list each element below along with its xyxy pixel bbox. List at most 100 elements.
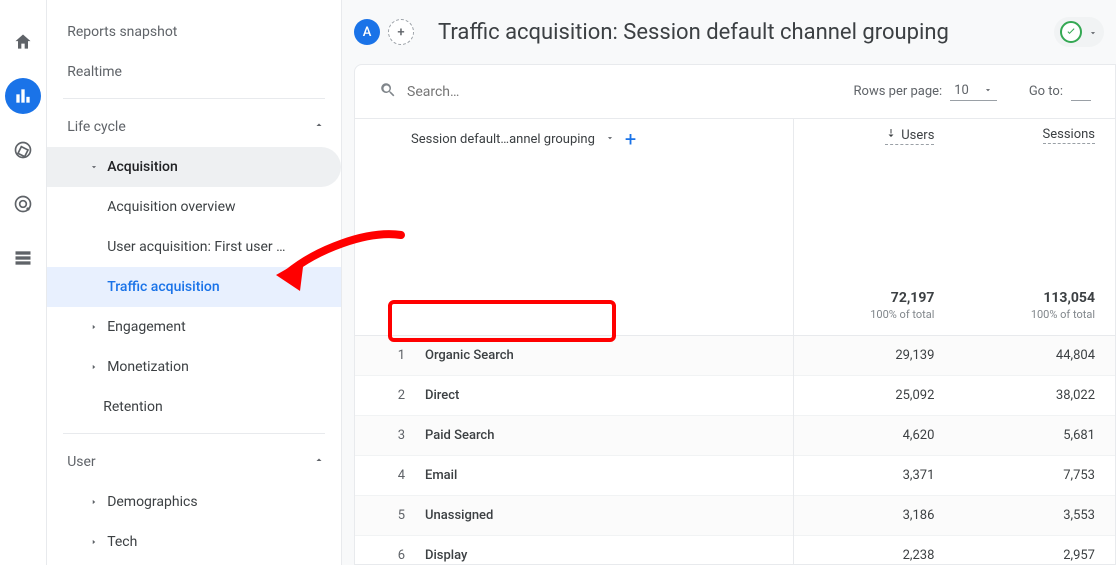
check-circle-icon	[1060, 21, 1082, 43]
dimension-select[interactable]: Session default…annel grouping	[411, 132, 595, 147]
add-dimension-button[interactable]: +	[625, 127, 636, 151]
row-users: 2,238	[793, 535, 954, 564]
configure-icon[interactable]	[5, 240, 41, 276]
total-sessions: 113,054	[974, 290, 1095, 306]
chevron-up-icon	[313, 119, 325, 135]
label: Rows per page:	[854, 84, 943, 99]
row-sessions: 2,957	[954, 535, 1115, 564]
label: Retention	[103, 399, 163, 415]
value: 10	[954, 83, 969, 98]
chevron-right-icon	[89, 322, 99, 332]
titlebar: A + Traffic acquisition: Session default…	[342, 0, 1116, 64]
rows-per-page-select[interactable]: 10	[950, 83, 997, 101]
table-row[interactable]: 5Unassigned3,1863,553	[355, 495, 1115, 535]
table-row[interactable]: 2Direct25,09238,022	[355, 375, 1115, 415]
col-users[interactable]: Users	[885, 127, 934, 145]
label: Users	[901, 128, 934, 143]
divider	[63, 98, 325, 99]
segment-chip[interactable]: A	[354, 19, 380, 45]
row-users: 3,186	[793, 495, 954, 535]
total-users-pct: 100% of total	[814, 308, 935, 321]
table-row[interactable]: 6Display2,2382,957	[355, 535, 1115, 564]
label: Acquisition overview	[107, 199, 235, 215]
row-index: 1	[355, 335, 405, 375]
nav-reports-snapshot[interactable]: Reports snapshot	[47, 12, 341, 52]
row-dimension: Email	[405, 455, 793, 495]
status-menu[interactable]	[1054, 17, 1104, 47]
row-users: 3,371	[793, 455, 954, 495]
table-wrap: Session default…annel grouping + Users	[355, 119, 1115, 564]
table-row[interactable]: 3Paid Search4,6205,681	[355, 415, 1115, 455]
label: User	[67, 454, 95, 470]
row-dimension: Paid Search	[405, 415, 793, 455]
add-segment-button[interactable]: +	[388, 19, 414, 45]
row-index: 3	[355, 415, 405, 455]
row-sessions: 38,022	[954, 375, 1115, 415]
col-sessions[interactable]: Sessions	[1043, 127, 1096, 144]
nav-life-cycle[interactable]: Life cycle	[47, 107, 341, 147]
row-sessions: 7,753	[954, 455, 1115, 495]
panel-toolbar: Rows per page: 10 Go to:	[355, 65, 1115, 119]
explore-icon[interactable]	[5, 132, 41, 168]
chip-label: A	[363, 25, 372, 40]
search-input[interactable]	[407, 84, 607, 100]
report-panel: Rows per page: 10 Go to: Session default…	[354, 64, 1116, 565]
sort-desc-icon	[885, 127, 897, 143]
row-users: 4,620	[793, 415, 954, 455]
advertising-icon[interactable]	[5, 186, 41, 222]
reports-icon[interactable]	[5, 78, 41, 114]
go-to: Go to:	[1029, 83, 1091, 101]
label: Sessions	[1043, 127, 1096, 142]
chevron-up-icon	[313, 454, 325, 470]
chevron-right-icon	[89, 362, 99, 372]
nav-engagement[interactable]: Engagement	[47, 307, 341, 347]
row-sessions: 5,681	[954, 415, 1115, 455]
row-index: 6	[355, 535, 405, 564]
label: Tech	[107, 534, 137, 550]
row-dimension: Organic Search	[405, 335, 793, 375]
label: Life cycle	[67, 119, 126, 135]
plus-icon: +	[397, 25, 404, 40]
nav-acquisition[interactable]: Acquisition	[47, 147, 341, 187]
label: Reports snapshot	[67, 24, 177, 40]
page-title: Traffic acquisition: Session default cha…	[438, 20, 949, 45]
row-sessions: 3,553	[954, 495, 1115, 535]
total-sessions-pct: 100% of total	[974, 308, 1095, 321]
nav-demographics[interactable]: Demographics	[47, 482, 341, 522]
chevron-right-icon	[89, 497, 99, 507]
row-index: 4	[355, 455, 405, 495]
main: A + Traffic acquisition: Session default…	[342, 0, 1116, 565]
label: Monetization	[107, 359, 189, 375]
home-icon[interactable]	[5, 24, 41, 60]
nav-retention[interactable]: Retention	[47, 387, 341, 427]
row-index: 2	[355, 375, 405, 415]
sidebar: Reports snapshot Realtime Life cycle Acq…	[47, 0, 342, 565]
icon-rail	[0, 0, 47, 565]
label: User acquisition: First user …	[107, 239, 285, 255]
row-dimension: Direct	[405, 375, 793, 415]
nav-user[interactable]: User	[47, 442, 341, 482]
chevron-down-icon	[1088, 23, 1098, 42]
data-table: Session default…annel grouping + Users	[355, 119, 1115, 564]
nav-user-acquisition[interactable]: User acquisition: First user …	[47, 227, 341, 267]
chevron-right-icon	[89, 537, 99, 547]
row-dimension: Display	[405, 535, 793, 564]
row-sessions: 44,804	[954, 335, 1115, 375]
nav-acquisition-overview[interactable]: Acquisition overview	[47, 187, 341, 227]
row-dimension: Unassigned	[405, 495, 793, 535]
table-row[interactable]: 4Email3,3717,753	[355, 455, 1115, 495]
label: Go to:	[1029, 84, 1063, 99]
go-to-input[interactable]	[1071, 83, 1091, 101]
row-users: 25,092	[793, 375, 954, 415]
nav-monetization[interactable]: Monetization	[47, 347, 341, 387]
search-icon	[379, 81, 397, 103]
divider	[63, 433, 325, 434]
nav-tech[interactable]: Tech	[47, 522, 341, 562]
nav-realtime[interactable]: Realtime	[47, 52, 341, 92]
nav-traffic-acquisition[interactable]: Traffic acquisition	[47, 267, 341, 307]
label: Realtime	[67, 64, 122, 80]
totals-row: 72,197 100% of total 113,054 100% of tot…	[355, 175, 1115, 335]
total-users: 72,197	[814, 290, 935, 306]
table-row[interactable]: 1Organic Search29,13944,804	[355, 335, 1115, 375]
row-users: 29,139	[793, 335, 954, 375]
